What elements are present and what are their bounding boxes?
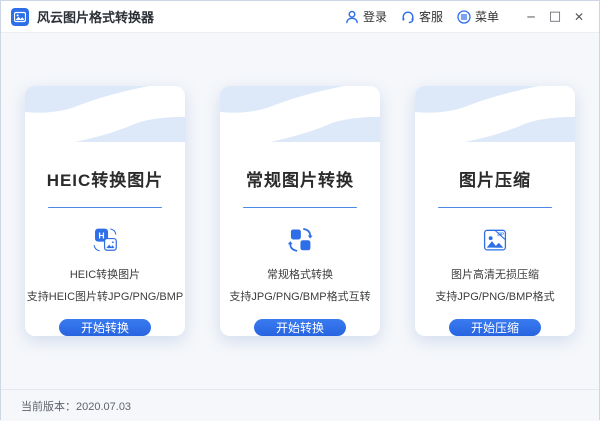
support-button[interactable]: 客服 xyxy=(401,8,443,25)
maximize-button[interactable]: □ xyxy=(543,5,567,29)
card-bottom-decoration xyxy=(220,116,380,142)
app-window: { "titlebar": { "app_title": "风云图片格式转换器"… xyxy=(0,0,600,420)
card-format-convert: 常规图片转换 常规格式转换 支持JPG/PNG/BMP格式互转 开始转换 xyxy=(220,86,380,336)
heic-icon-letter: H xyxy=(98,231,104,241)
card-bottom-decoration xyxy=(25,116,185,142)
card-image-compress: 图片压缩 ZIP 图片高清无损压缩 支持JPG/PNG/BMP格式 开始压缩 xyxy=(415,86,575,336)
login-button[interactable]: 登录 xyxy=(345,8,387,25)
headset-icon xyxy=(401,10,415,24)
card-top-decoration xyxy=(220,86,380,116)
image-compress-icon: ZIP xyxy=(463,226,527,254)
card-description-line2: 支持JPG/PNG/BMP格式互转 xyxy=(229,288,370,304)
card-description-line1: HEIC转换图片 xyxy=(70,266,140,282)
window-controls: ─ □ ✕ xyxy=(519,5,591,29)
user-icon xyxy=(345,10,359,24)
titlebar-actions: 登录 客服 菜单 xyxy=(345,8,513,25)
card-title-underline xyxy=(438,207,552,208)
card-description-line1: 图片高清无损压缩 xyxy=(451,266,539,282)
main-content: HEIC转换图片 H HEIC转换图片 支持HEIC图片转JPG/PNG/BMP… xyxy=(1,33,599,389)
version-label: 当前版本：2020.07.03 xyxy=(21,398,131,414)
menu-button[interactable]: 菜单 xyxy=(457,8,499,25)
menu-label: 菜单 xyxy=(475,8,499,25)
photo-icon xyxy=(14,11,26,23)
card-top-decoration xyxy=(415,86,575,116)
card-title-underline xyxy=(48,207,162,208)
titlebar: 风云图片格式转换器 登录 客服 菜单 xyxy=(1,1,599,33)
support-label: 客服 xyxy=(419,8,443,25)
app-title: 风云图片格式转换器 xyxy=(37,7,154,26)
card-heic-convert: HEIC转换图片 H HEIC转换图片 支持HEIC图片转JPG/PNG/BMP… xyxy=(25,86,185,336)
card-description-line2: 支持JPG/PNG/BMP格式 xyxy=(435,288,554,304)
card-description-line1: 常规格式转换 xyxy=(267,266,333,282)
heic-convert-icon: H xyxy=(73,226,137,254)
start-compress-button[interactable]: 开始压缩 xyxy=(449,319,541,336)
close-button[interactable]: ✕ xyxy=(567,5,591,29)
app-logo-icon xyxy=(11,8,29,26)
card-title: HEIC转换图片 xyxy=(47,166,164,191)
menu-icon xyxy=(457,10,471,24)
login-label: 登录 xyxy=(363,8,387,25)
card-bottom-decoration xyxy=(415,116,575,142)
format-swap-icon xyxy=(268,226,332,254)
start-convert-heic-button[interactable]: 开始转换 xyxy=(59,319,151,336)
card-title: 常规图片转换 xyxy=(246,166,354,191)
card-top-decoration xyxy=(25,86,185,116)
card-title: 图片压缩 xyxy=(459,166,531,191)
card-description-line2: 支持HEIC图片转JPG/PNG/BMP xyxy=(27,288,183,304)
minimize-button[interactable]: ─ xyxy=(519,5,543,29)
card-title-underline xyxy=(243,207,357,208)
start-convert-format-button[interactable]: 开始转换 xyxy=(254,319,346,336)
statusbar: 当前版本：2020.07.03 xyxy=(1,389,599,421)
zip-badge: ZIP xyxy=(497,232,504,237)
